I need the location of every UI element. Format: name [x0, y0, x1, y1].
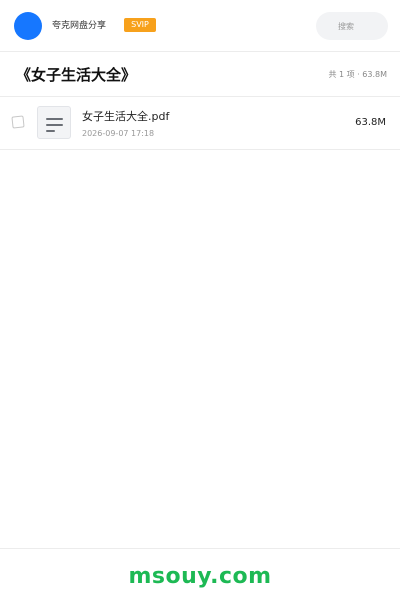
svip-badge: SVIP [124, 18, 156, 32]
footer: msouy.com [0, 548, 400, 600]
search-input[interactable] [316, 12, 388, 40]
share-title: 《女子生活大全》 [16, 66, 137, 84]
file-row[interactable]: 女子生活大全.pdf 63.8M [0, 97, 400, 150]
file-checkbox[interactable] [11, 115, 25, 129]
watermark-text: msouy.com [128, 564, 272, 589]
file-size: 63.8M [355, 117, 386, 128]
avatar[interactable] [14, 12, 42, 40]
top-bar: 夸克网盘分享 SVIP [0, 0, 400, 52]
share-summary: 共 1 项 · 63.8M [328, 70, 387, 79]
share-header: 《女子生活大全》 共 1 项 · 63.8M [0, 53, 400, 97]
document-icon [37, 106, 71, 139]
file-date: 2026-09-07 17:18 [82, 129, 155, 138]
sharer-name: 夸克网盘分享 [52, 21, 107, 31]
file-name[interactable]: 女子生活大全.pdf [82, 110, 169, 124]
